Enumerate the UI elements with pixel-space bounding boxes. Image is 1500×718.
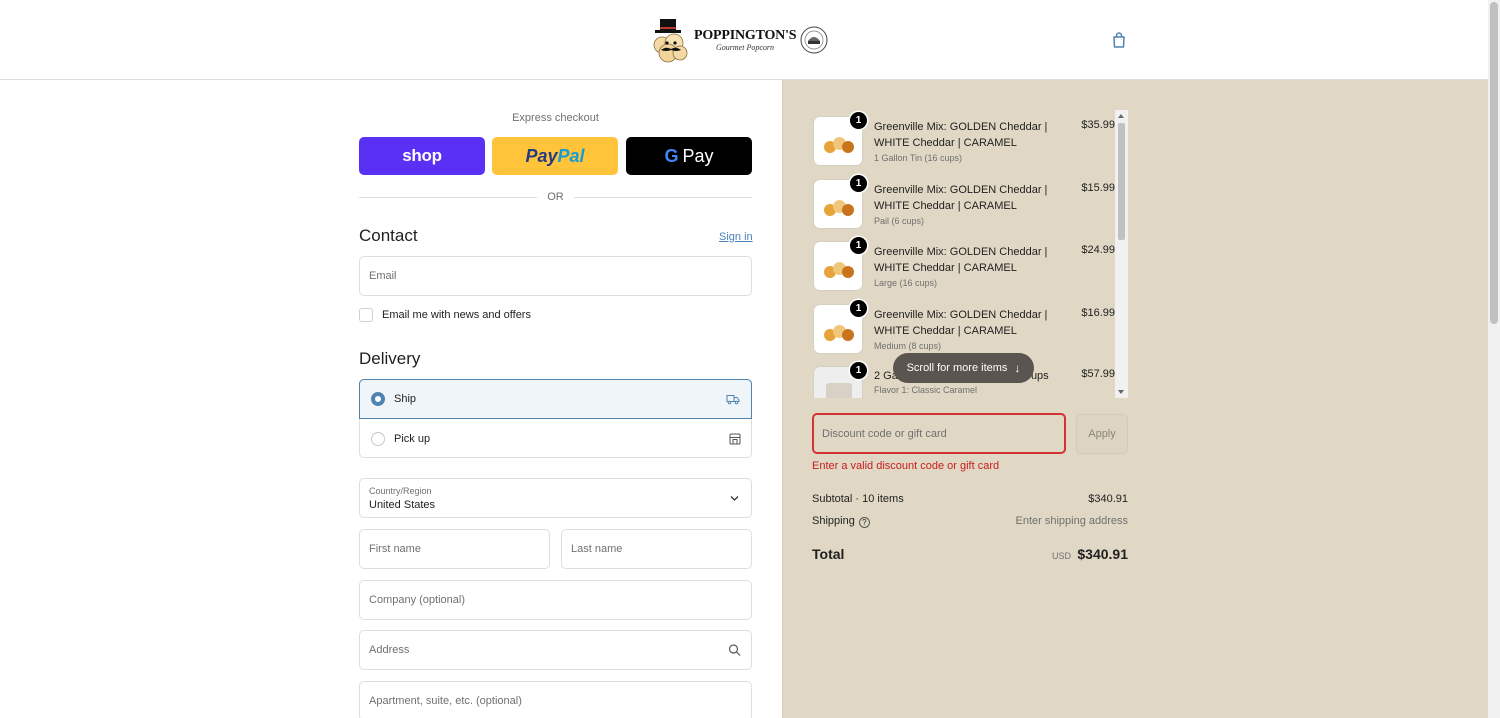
newsletter-label: Email me with news and offers (382, 309, 531, 321)
total-value: $340.91 (1077, 546, 1128, 562)
address-placeholder: Address (369, 644, 410, 656)
delivery-title: Delivery (359, 349, 421, 368)
newsletter-option[interactable]: Email me with news and offers (359, 308, 531, 322)
quantity-badge: 1 (850, 362, 867, 379)
logo-wordmark: POPPINGTON'S (694, 27, 797, 43)
country-value: United States (369, 499, 436, 511)
scroll-down-icon[interactable] (1118, 390, 1124, 394)
shipping-row: Shipping? Enter shipping address (812, 515, 1128, 528)
subtotal-row: Subtotal · 10 items $340.91 (812, 493, 1128, 505)
item-price: $57.99 (1081, 368, 1115, 380)
item-variant: 1 Gallon Tin (16 cups) (874, 153, 963, 163)
or-divider: OR (359, 190, 752, 204)
item-name: Greenville Mix: GOLDEN Cheddar | WHITE C… (874, 309, 1048, 337)
newsletter-checkbox[interactable] (359, 308, 373, 322)
page-scrollbar-thumb[interactable] (1490, 2, 1498, 324)
shopping-bag-icon[interactable] (1109, 30, 1129, 50)
scroll-hint-label: Scroll for more items (906, 362, 1008, 374)
info-icon[interactable]: ? (858, 517, 870, 528)
ship-radio[interactable] (371, 392, 385, 406)
search-icon (728, 644, 741, 657)
apartment-field[interactable]: Apartment, suite, etc. (optional) (359, 681, 752, 718)
logo-tagline: Gourmet Popcorn (716, 42, 774, 52)
total-label: Total (812, 546, 845, 562)
express-checkout-label: Express checkout (512, 112, 599, 124)
subtotal-value: $340.91 (1088, 493, 1128, 505)
company-field[interactable]: Company (optional) (359, 580, 752, 620)
currency-code: USD (1051, 551, 1071, 561)
order-list-scrollbar[interactable] (1115, 110, 1128, 398)
country-select[interactable]: Country/Region United States (359, 478, 752, 518)
item-price: $35.99 (1081, 119, 1115, 131)
list-item: 1 Greenville Mix: GOLDEN Cheddar | WHITE… (812, 298, 1115, 358)
first-name-field[interactable]: First name (359, 529, 550, 569)
email-field[interactable]: Email (359, 256, 752, 296)
pickup-radio[interactable] (371, 431, 385, 446)
item-price: $16.99 (1081, 307, 1115, 319)
last-name-placeholder: Last name (571, 543, 623, 555)
discount-error-message: Enter a valid discount code or gift card (812, 460, 1000, 472)
arrow-down-icon: ↓ (1014, 361, 1021, 375)
quantity-badge: 1 (850, 300, 867, 317)
shipping-label: Shipping (812, 515, 855, 527)
paypal-label-pay: Pay (525, 145, 558, 166)
header: POPPINGTON'S Gourmet Popcorn (0, 0, 1488, 80)
quantity-badge: 1 (850, 112, 867, 129)
item-variant: Large (16 cups) (874, 278, 938, 288)
list-item: 1 Greenville Mix: GOLDEN Cheddar | WHITE… (812, 235, 1115, 295)
scroll-up-icon[interactable] (1118, 114, 1124, 118)
contact-title: Contact (359, 226, 418, 245)
ship-option[interactable]: Ship (359, 379, 752, 419)
page-scrollbar[interactable] (1488, 0, 1500, 718)
apartment-placeholder: Apartment, suite, etc. (optional) (369, 695, 522, 707)
item-name: Greenville Mix: GOLDEN Cheddar | WHITE C… (874, 184, 1048, 212)
sign-in-link[interactable]: Sign in (719, 231, 753, 243)
delivery-method-group: Ship Pick up (359, 379, 752, 458)
quantity-badge: 1 (850, 237, 867, 254)
shop-pay-button[interactable]: shop (359, 137, 485, 175)
subtotal-label: Subtotal · 10 items (812, 493, 904, 505)
shop-pay-label: shop (402, 146, 442, 165)
truck-icon (726, 393, 740, 406)
google-pay-label: Pay (682, 145, 714, 166)
greenville-seal-icon (799, 25, 829, 55)
item-variant: Pail (6 cups) (874, 216, 925, 226)
item-variant: Medium (8 cups) (874, 341, 942, 351)
item-name: Greenville Mix: GOLDEN Cheddar | WHITE C… (874, 246, 1048, 274)
store-logo[interactable]: POPPINGTON'S Gourmet Popcorn (652, 16, 834, 64)
country-label: Country/Region (369, 486, 432, 496)
or-text: OR (547, 191, 564, 203)
apply-discount-button[interactable]: Apply (1076, 414, 1128, 454)
popcorn-mascot-icon (652, 17, 690, 63)
shipping-value: Enter shipping address (1015, 515, 1128, 527)
paypal-label-pal: Pal (557, 145, 585, 166)
item-price: $24.99 (1081, 244, 1115, 256)
store-icon (728, 432, 742, 445)
paypal-button[interactable]: Pay Pal (492, 137, 618, 175)
total-row: Total USD $340.91 (812, 545, 1128, 565)
company-placeholder: Company (optional) (369, 594, 465, 606)
scroll-for-more-button[interactable]: Scroll for more items ↓ (893, 353, 1034, 383)
pickup-label: Pick up (394, 432, 431, 445)
address-field[interactable]: Address (359, 630, 752, 670)
item-price: $15.99 (1081, 182, 1115, 194)
list-item: 1 Greenville Mix: GOLDEN Cheddar | WHITE… (812, 110, 1115, 170)
ship-label: Ship (394, 393, 417, 405)
discount-code-field[interactable]: Discount code or gift card (812, 413, 1066, 454)
chevron-down-icon (728, 492, 741, 505)
list-item: 1 Greenville Mix: GOLDEN Cheddar | WHITE… (812, 173, 1115, 233)
quantity-badge: 1 (850, 175, 867, 192)
item-name: Greenville Mix: GOLDEN Cheddar | WHITE C… (874, 121, 1048, 149)
google-g-icon: G (664, 145, 679, 166)
google-pay-button[interactable]: G Pay (626, 137, 752, 175)
scrollbar-thumb[interactable] (1118, 123, 1125, 240)
discount-placeholder: Discount code or gift card (822, 427, 947, 440)
first-name-placeholder: First name (369, 543, 421, 555)
email-placeholder: Email (369, 270, 397, 282)
last-name-field[interactable]: Last name (561, 529, 752, 569)
pickup-option[interactable]: Pick up (360, 419, 753, 458)
item-variant: Flavor 1: Classic Caramel (874, 385, 978, 395)
